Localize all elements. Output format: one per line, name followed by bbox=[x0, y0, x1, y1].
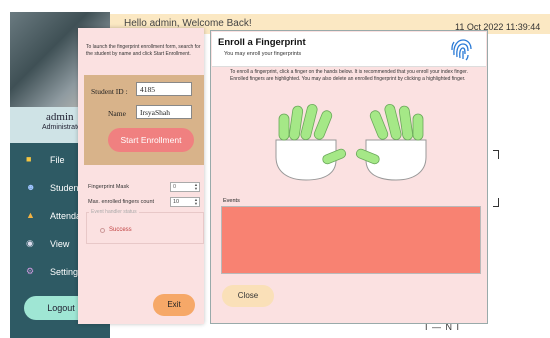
events-log[interactable] bbox=[221, 206, 481, 274]
event-status-label: Event handler status bbox=[89, 209, 139, 215]
close-button[interactable]: Close bbox=[222, 285, 274, 307]
settings-icon: ⚙ bbox=[26, 266, 35, 276]
max-fingers-stepper[interactable]: 10 ▲ ▼ bbox=[170, 197, 200, 207]
max-fingers-value: 10 bbox=[173, 199, 180, 205]
exit-button[interactable]: Exit bbox=[153, 294, 195, 316]
start-enrollment-button[interactable]: Start Enrollment bbox=[108, 128, 194, 152]
student-id-input[interactable]: 4185 bbox=[136, 82, 192, 96]
dialog-subtitle: You may enroll your fingerprints bbox=[224, 51, 302, 57]
stepper-arrows-icon[interactable]: ▲ ▼ bbox=[194, 198, 198, 206]
user-name: admin bbox=[46, 111, 74, 123]
fingerprint-logo-icon bbox=[449, 35, 475, 63]
name-input[interactable]: IrsyaShah bbox=[136, 105, 192, 119]
right-pinky-finger[interactable] bbox=[412, 113, 424, 141]
sidebar-item-label: File bbox=[50, 155, 65, 165]
student-id-label: Student ID : bbox=[91, 87, 128, 96]
background-divider bbox=[493, 198, 499, 207]
form-instruction: To launch the fingerprint enrollment for… bbox=[86, 44, 201, 57]
name-label: Name bbox=[108, 109, 126, 118]
stepper-arrows-icon[interactable]: ▲ ▼ bbox=[194, 183, 198, 191]
success-radio[interactable] bbox=[100, 228, 105, 233]
fingerprint-mask-value: 0 bbox=[173, 184, 177, 190]
folder-icon: ■ bbox=[26, 154, 32, 164]
events-label: Events bbox=[223, 198, 240, 204]
left-pinky-finger[interactable] bbox=[278, 113, 290, 141]
max-fingers-label: Max. enrolled fingers count bbox=[88, 199, 155, 205]
dialog-description: To enroll a fingerprint, click a finger … bbox=[230, 69, 468, 82]
dialog-title: Enroll a Fingerprint bbox=[218, 37, 306, 48]
background-divider bbox=[493, 150, 499, 159]
fingerprint-mask-label: Fingerprint Mask bbox=[88, 184, 129, 190]
hands-fingerprint-selector[interactable] bbox=[266, 102, 436, 182]
students-icon: ☻ bbox=[26, 182, 36, 192]
event-status-value: Success bbox=[109, 227, 132, 233]
view-icon: ◉ bbox=[26, 238, 34, 248]
sidebar-item-label: View bbox=[50, 239, 70, 249]
attendance-icon: ▲ bbox=[26, 210, 35, 220]
fingerprint-mask-stepper[interactable]: 0 ▲ ▼ bbox=[170, 182, 200, 192]
enrollment-form-window bbox=[78, 28, 204, 324]
